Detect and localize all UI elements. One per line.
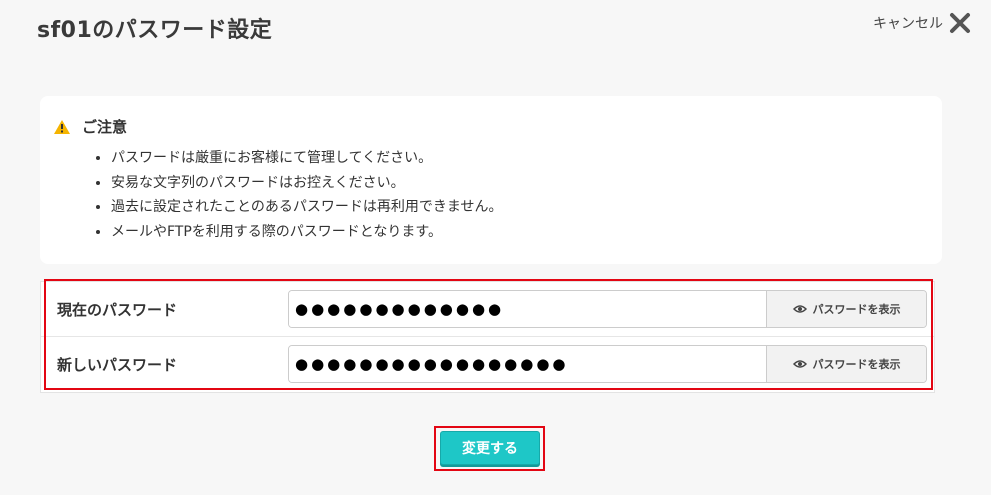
current-password-input[interactable] [289,291,766,327]
current-password-label: 現在のパスワード [57,300,178,319]
show-current-password-button[interactable]: パスワードを表示 [766,291,926,327]
password-form: 現在のパスワード パスワードを表示 新しいパスワード パスワードを表示 [40,281,935,393]
notice-panel: ご注意 パスワードは厳重にお客様にて管理してください。 安易な文字列のパスワード… [40,96,942,264]
change-password-button[interactable]: 変更する [440,431,540,465]
notice-list: パスワードは厳重にお客様にて管理してください。 安易な文字列のパスワードはお控え… [95,146,502,244]
notice-header: ご注意 [54,116,127,137]
notice-item: メールやFTPを利用する際のパスワードとなります。 [111,220,502,245]
show-password-label: パスワードを表示 [812,358,901,371]
close-icon [950,13,970,33]
cancel-label: キャンセル [873,16,943,32]
notice-item: 安易な文字列のパスワードはお控えください。 [111,171,502,196]
show-new-password-button[interactable]: パスワードを表示 [766,346,926,382]
new-password-label: 新しいパスワード [57,355,178,374]
warning-icon [54,119,70,134]
notice-heading: ご注意 [82,118,128,136]
current-password-row: 現在のパスワード パスワードを表示 [41,282,934,337]
current-password-group: パスワードを表示 [288,290,927,328]
new-password-group: パスワードを表示 [288,345,927,383]
cancel-button[interactable]: キャンセル [873,12,971,34]
new-password-row: 新しいパスワード パスワードを表示 [41,337,934,391]
notice-item: 過去に設定されたことのあるパスワードは再利用できません。 [111,195,502,220]
notice-item: パスワードは厳重にお客様にて管理してください。 [111,146,502,171]
eye-icon [792,360,807,368]
eye-icon [792,305,807,313]
page-title: sf01のパスワード設定 [37,18,273,43]
show-password-label: パスワードを表示 [812,303,901,316]
new-password-input[interactable] [289,346,766,382]
